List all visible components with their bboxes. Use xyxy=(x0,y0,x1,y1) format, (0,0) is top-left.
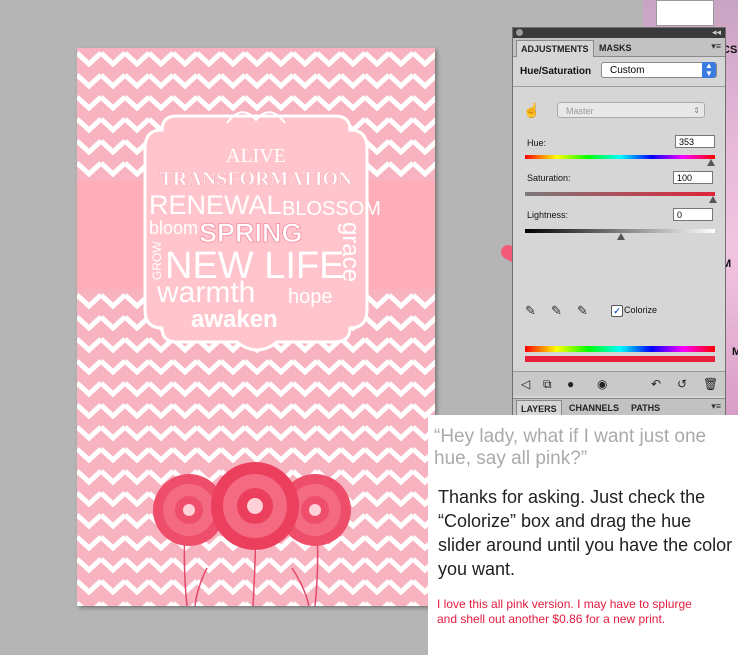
hue-slider-track[interactable] xyxy=(525,155,715,159)
visibility-eye-icon[interactable]: ◉ xyxy=(597,377,607,391)
panel-footer: ◁ ⧉ ● ◉ ↶ ↺ 🗑 xyxy=(513,371,725,396)
preset-value: Custom xyxy=(610,65,645,76)
annotation-note: “Hey lady, what if I want just one hue, … xyxy=(428,415,738,655)
word-renewal: RENEWAL xyxy=(149,190,282,220)
saturation-label: Saturation: xyxy=(527,173,571,183)
poster-artwork: ALIVE TRANSFORMATION RENEWAL BLOSSOM blo… xyxy=(77,48,435,606)
output-color-ramp xyxy=(525,356,715,362)
reset-icon[interactable]: ↺ xyxy=(677,377,687,391)
comment-text: I love this all pink version. I may have… xyxy=(437,597,692,626)
word-spring: SPRING xyxy=(199,218,303,248)
panel-menu-icon[interactable]: ▾≡ xyxy=(711,41,721,52)
tab-channels[interactable]: CHANNELS xyxy=(565,400,623,416)
select-arrows-icon: ▲ ▼ xyxy=(702,62,716,78)
chevron-down-icon: ⇕ xyxy=(693,106,700,115)
adjustments-panel: ◂◂ ADJUSTMENTS MASKS ▾≡ Hue/Saturation C… xyxy=(512,27,726,417)
lightness-label: Lightness: xyxy=(527,210,569,220)
divider xyxy=(513,86,725,87)
word-grow: GROW xyxy=(150,241,164,280)
close-icon[interactable] xyxy=(516,29,523,36)
eyedropper-minus-icon[interactable]: ✎ xyxy=(577,303,588,319)
previous-state-icon[interactable]: ↶ xyxy=(651,377,661,391)
channel-value: Master xyxy=(566,106,594,116)
saturation-input[interactable]: 100 xyxy=(673,171,713,184)
expanded-view-icon[interactable]: ⧉ xyxy=(543,377,552,392)
input-color-ramp xyxy=(525,346,715,352)
back-arrow-icon[interactable]: ◁ xyxy=(521,377,530,391)
hue-input[interactable]: 353 xyxy=(675,135,715,148)
poster-canvas[interactable]: ALIVE TRANSFORMATION RENEWAL BLOSSOM blo… xyxy=(77,48,435,606)
panel-tabs: ADJUSTMENTS MASKS ▾≡ xyxy=(513,38,725,57)
answer-text: Thanks for asking. Just check the “Color… xyxy=(438,487,733,579)
tab-adjustments[interactable]: ADJUSTMENTS xyxy=(516,40,594,57)
eyedropper-icon[interactable]: ✎ xyxy=(525,303,536,319)
collapse-icon[interactable]: ◂◂ xyxy=(712,27,721,38)
word-transformation: TRANSFORMATION xyxy=(160,168,354,190)
desktop-label: M xyxy=(732,346,738,358)
word-warmth: warmth xyxy=(156,276,255,309)
desktop-file-thumbnail[interactable] xyxy=(656,0,714,26)
panel-titlebar: ◂◂ xyxy=(513,27,725,38)
lightness-slider-handle[interactable] xyxy=(617,233,625,240)
word-awaken: awaken xyxy=(191,306,278,333)
channel-select[interactable]: Master ⇕ xyxy=(557,102,705,118)
eyedropper-plus-icon[interactable]: ✎ xyxy=(551,303,562,319)
colorize-label: Colorize xyxy=(624,305,658,315)
adjustment-title: Hue/Saturation xyxy=(520,66,592,77)
colorize-checkbox[interactable]: ✓ xyxy=(611,305,623,317)
preset-select[interactable]: Custom ▲ ▼ xyxy=(601,62,717,78)
word-blossom: BLOSSOM xyxy=(282,198,381,220)
tab-masks[interactable]: MASKS xyxy=(595,40,636,56)
panel-menu-icon[interactable]: ▾≡ xyxy=(711,401,721,412)
hue-label: Hue: xyxy=(527,138,547,148)
word-bloom: bloom xyxy=(149,218,198,238)
saturation-slider-track[interactable] xyxy=(525,192,715,196)
word-hope: hope xyxy=(288,286,333,308)
question-text: “Hey lady, what if I want just one hue, … xyxy=(434,426,707,469)
saturation-slider-handle[interactable] xyxy=(709,196,717,203)
trash-icon[interactable]: 🗑 xyxy=(703,377,718,391)
tab-paths[interactable]: PATHS xyxy=(627,400,664,416)
word-alive: ALIVE xyxy=(226,145,286,167)
hue-slider-handle[interactable] xyxy=(707,159,715,166)
targeted-adjustment-hand-icon[interactable]: ☝ xyxy=(523,102,540,119)
flower-heads xyxy=(153,462,351,550)
clip-to-layer-icon[interactable]: ● xyxy=(567,377,574,391)
lightness-input[interactable]: 0 xyxy=(673,208,713,221)
